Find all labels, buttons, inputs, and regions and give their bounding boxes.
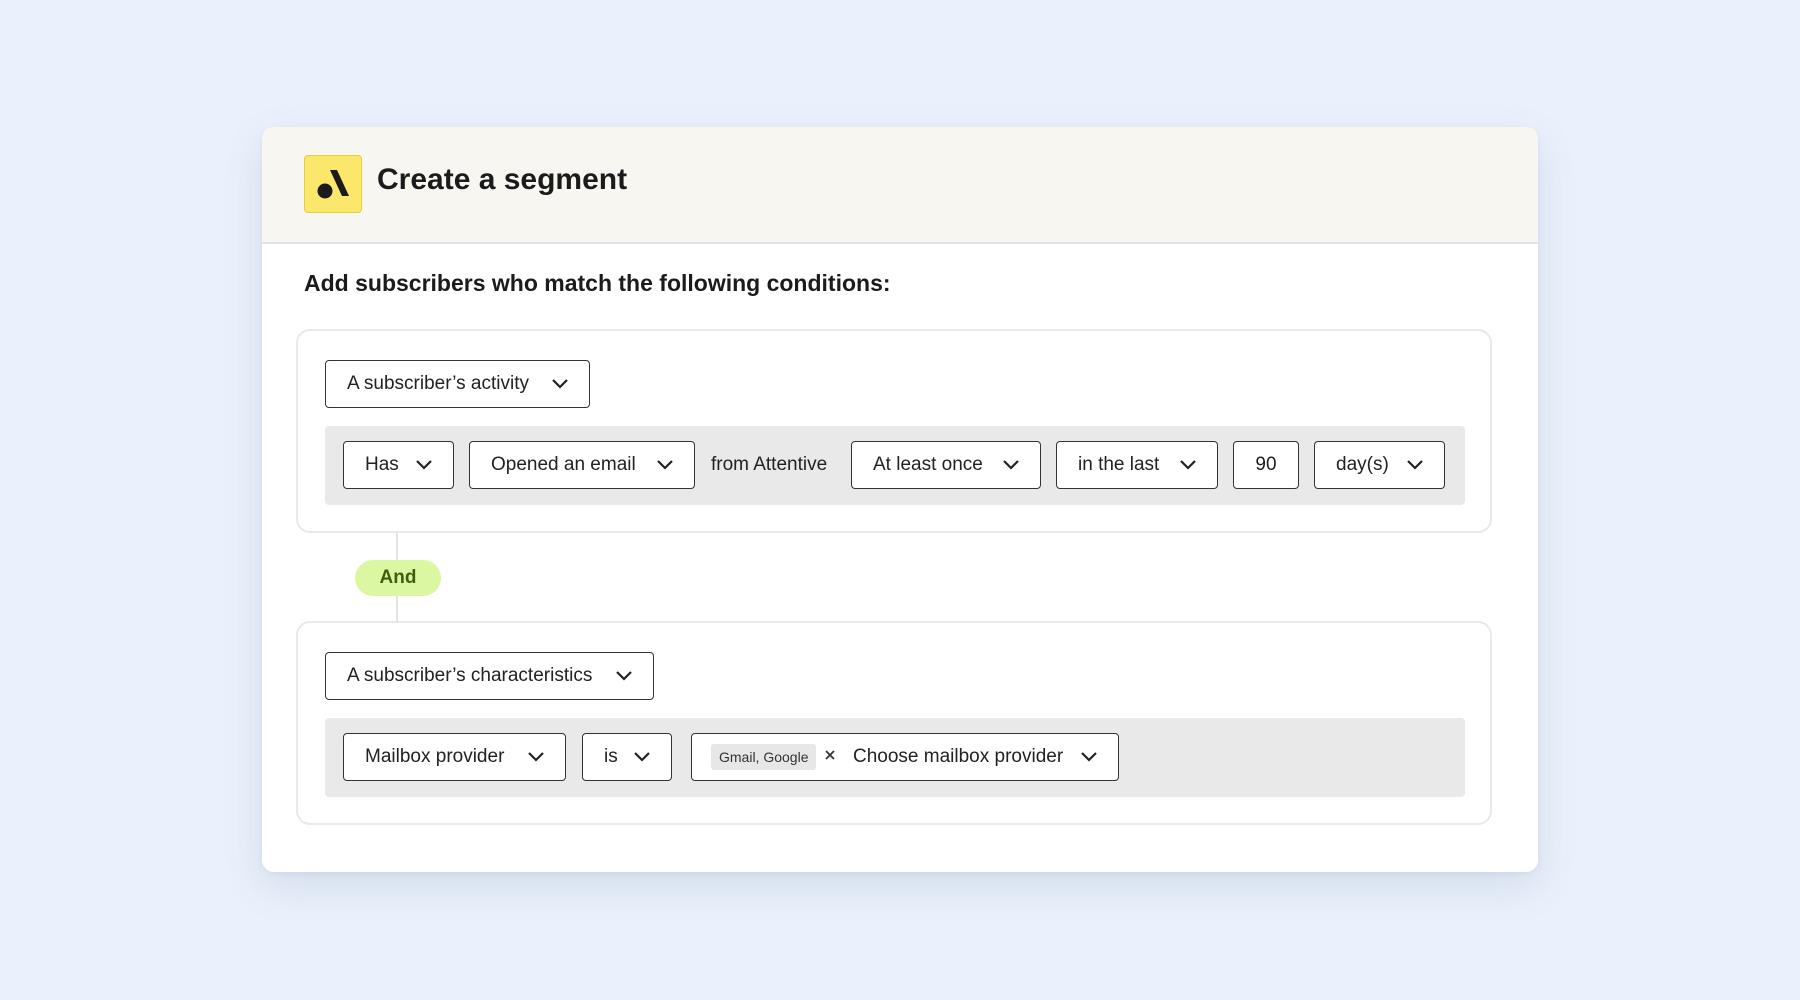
activity-type-label: A subscriber’s activity [347, 373, 529, 394]
source-text: from Attentive [711, 454, 828, 475]
operator-select[interactable]: is [582, 733, 672, 781]
chevron-down-icon [656, 459, 674, 471]
unit-select[interactable]: day(s) [1314, 441, 1445, 489]
chevron-down-icon [1080, 751, 1098, 763]
chevron-down-icon [1179, 459, 1197, 471]
amount-input[interactable]: 90 [1233, 441, 1299, 489]
unit-label: day(s) [1336, 454, 1389, 475]
has-label: Has [365, 454, 399, 475]
segment-card: Create a segment Add subscribers who mat… [262, 127, 1538, 872]
chevron-down-icon [615, 670, 633, 682]
and-connector-badge[interactable]: And [355, 560, 441, 596]
attribute-select[interactable]: Mailbox provider [343, 733, 566, 781]
condition-group-activity: A subscriber’s activity Has Opened an em… [296, 329, 1492, 533]
mailbox-provider-select[interactable]: Gmail, Google Choose mailbox provider [691, 733, 1119, 781]
close-icon[interactable] [824, 749, 836, 761]
event-label: Opened an email [491, 454, 636, 475]
event-select[interactable]: Opened an email [469, 441, 695, 489]
time-range-select[interactable]: in the last [1056, 441, 1218, 489]
chevron-down-icon [633, 751, 651, 763]
connector-line [396, 595, 398, 621]
chevron-down-icon [1002, 459, 1020, 471]
frequency-label: At least once [873, 454, 983, 475]
conditions-heading: Add subscribers who match the following … [304, 270, 891, 296]
attribute-label: Mailbox provider [365, 746, 505, 767]
operator-label: is [604, 746, 618, 767]
time-range-label: in the last [1078, 454, 1160, 475]
amount-value: 90 [1255, 454, 1277, 475]
activity-type-select[interactable]: A subscriber’s activity [325, 360, 590, 408]
chevron-down-icon [1406, 459, 1424, 471]
characteristics-type-select[interactable]: A subscriber’s characteristics [325, 652, 654, 700]
activity-condition-row: Has Opened an email from Attentive At le… [325, 426, 1465, 505]
chevron-down-icon [415, 459, 433, 471]
mailbox-provider-placeholder: Choose mailbox provider [853, 746, 1064, 767]
condition-group-characteristics: A subscriber’s characteristics Mailbox p… [296, 621, 1492, 825]
chevron-down-icon [527, 751, 545, 763]
chevron-down-icon [551, 378, 569, 390]
connector-line [396, 533, 398, 563]
attentive-logo-icon [304, 155, 362, 213]
frequency-select[interactable]: At least once [851, 441, 1041, 489]
characteristics-condition-row: Mailbox provider is Gmail, Google Choose… [325, 718, 1465, 797]
card-header: Create a segment [262, 127, 1538, 244]
has-select[interactable]: Has [343, 441, 454, 489]
selected-provider-chip: Gmail, Google [711, 744, 817, 770]
page-title: Create a segment [377, 163, 628, 196]
characteristics-type-label: A subscriber’s characteristics [347, 665, 593, 686]
